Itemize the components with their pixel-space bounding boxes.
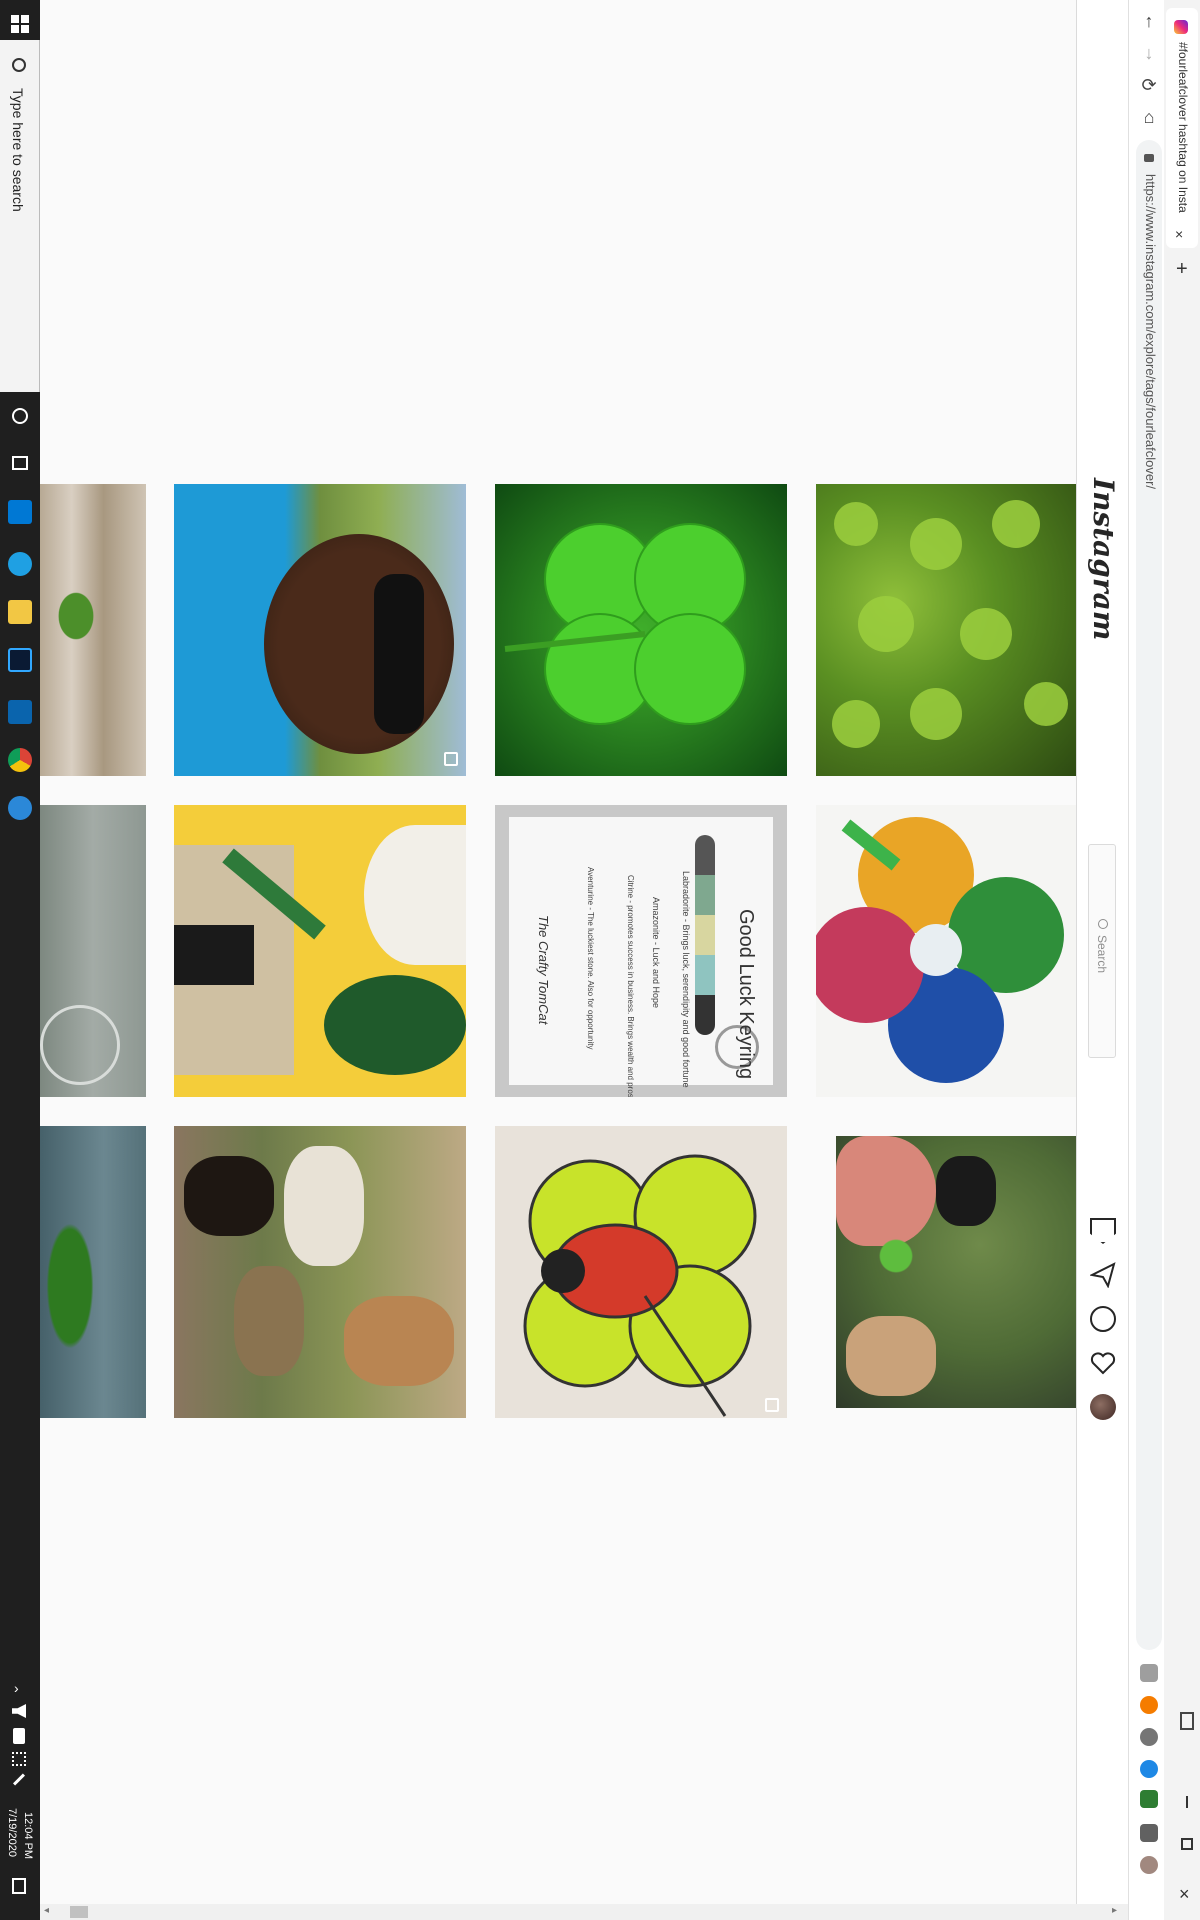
extension-g-icon[interactable] <box>1140 1664 1158 1682</box>
task-view-icon[interactable] <box>12 456 28 470</box>
post-tile[interactable] <box>174 1126 466 1418</box>
clock-time[interactable]: 12:04 PM <box>22 1812 34 1859</box>
post-tile[interactable] <box>40 1126 146 1418</box>
extension-blue-icon[interactable] <box>1140 1760 1158 1778</box>
settings-app-icon[interactable] <box>8 796 32 820</box>
passport-image <box>174 925 254 985</box>
home-button[interactable]: ⌂ <box>1136 104 1162 130</box>
forward-button[interactable]: ↓ <box>1136 40 1162 66</box>
back-button[interactable]: ↑ <box>1136 8 1162 34</box>
extension-circle-icon[interactable] <box>1140 1728 1158 1746</box>
horizontal-scrollbar[interactable] <box>40 1904 1128 1920</box>
clover-in-hand-image <box>876 1236 916 1276</box>
restore-button[interactable] <box>1181 1838 1193 1850</box>
taskbar-search-box[interactable]: Type here to search <box>0 40 40 392</box>
dog-image <box>936 1156 996 1226</box>
dog-image <box>344 1296 454 1386</box>
post-tile[interactable] <box>836 1136 1076 1408</box>
activity-heart-icon[interactable] <box>1090 1350 1116 1376</box>
keyring-card-line: Labradorite - Brings luck, serendipity a… <box>681 871 691 1088</box>
taskbar-search-placeholder: Type here to search <box>10 88 26 212</box>
glass-pattern-image <box>40 1005 120 1085</box>
cortana-icon[interactable] <box>12 408 28 424</box>
instagram-favicon-icon <box>1174 20 1188 34</box>
keyring-card-line: Aventurine - The luckiest stone. Also fo… <box>586 867 595 1050</box>
sidebar-toggle-icon[interactable] <box>1180 1712 1194 1730</box>
post-tile[interactable]: Good Luck Keyring Labradorite - Brings l… <box>495 805 787 1097</box>
post-tile[interactable] <box>816 484 1076 776</box>
post-tile[interactable] <box>174 484 466 776</box>
photoshop-app-icon[interactable] <box>8 648 32 672</box>
hand-image <box>836 1136 936 1246</box>
address-bar-url[interactable]: https://www.instagram.com/explore/tags/f… <box>1143 174 1158 489</box>
direct-messages-icon[interactable] <box>1088 1262 1116 1289</box>
close-window-button[interactable]: × <box>1179 1884 1190 1905</box>
battery-icon[interactable] <box>13 1728 25 1744</box>
keyring-beads-image <box>695 835 715 1035</box>
sunglasses-image <box>374 574 424 734</box>
scroll-right-arrow-icon[interactable]: ▸ <box>1112 1905 1117 1916</box>
instagram-search-input[interactable]: Search <box>1088 844 1116 1058</box>
extensions-puzzle-icon[interactable] <box>1140 1824 1158 1842</box>
start-button[interactable] <box>8 12 32 36</box>
explore-compass-icon[interactable] <box>1090 1306 1116 1332</box>
profile-avatar[interactable] <box>1090 1394 1116 1420</box>
chrome-app-icon[interactable] <box>8 748 32 772</box>
post-tile[interactable] <box>495 1126 787 1418</box>
clover-patch-illustration <box>832 500 1068 748</box>
post-tile[interactable] <box>40 484 146 776</box>
keyring-card-line: Amazonite - Luck and Hope <box>651 897 661 1009</box>
keyring-card-title: Good Luck Keyring <box>735 909 757 1080</box>
post-tile[interactable] <box>495 484 787 776</box>
stained-glass-clover-illustration <box>523 1154 757 1417</box>
dog-image <box>284 1146 364 1266</box>
scroll-left-arrow-icon[interactable]: ◂ <box>44 1905 49 1916</box>
extension-green-icon[interactable] <box>1140 1790 1158 1808</box>
tab-close-button[interactable]: × <box>1175 226 1183 242</box>
dog-image <box>846 1316 936 1396</box>
keyring-card-brand: The Crafty TomCat <box>536 915 551 1025</box>
reload-button[interactable]: ⟳ <box>1136 72 1162 98</box>
store-app-icon[interactable] <box>8 500 32 524</box>
leaf-image <box>324 975 466 1075</box>
browser-tab[interactable]: #fourleafclover hashtag on Insta × <box>1166 8 1198 248</box>
dog-image <box>184 1156 274 1236</box>
lock-icon <box>1144 154 1154 162</box>
multiple-photos-icon <box>765 1398 779 1412</box>
network-icon[interactable] <box>12 1752 26 1766</box>
extension-orange-icon[interactable] <box>1140 1696 1158 1714</box>
keyring-card-line: Citrine - promotes success in business. … <box>626 875 635 1097</box>
profile-avatar-icon[interactable] <box>1140 1856 1158 1874</box>
hat-image <box>364 825 466 965</box>
post-tile[interactable] <box>40 805 146 1097</box>
show-hidden-icons-chevron-icon[interactable]: › <box>14 1680 19 1696</box>
water-clover-image <box>40 1206 100 1366</box>
clover-image <box>46 576 106 656</box>
outlook-app-icon[interactable] <box>8 700 32 724</box>
tab-strip <box>1164 0 1200 1920</box>
search-icon <box>1098 919 1108 929</box>
minimize-button[interactable] <box>1186 1796 1188 1808</box>
file-explorer-icon[interactable] <box>8 600 32 624</box>
multiple-photos-icon <box>444 752 458 766</box>
person-face-image <box>264 534 454 754</box>
four-leaf-clover-illustration <box>504 523 746 725</box>
instagram-logo[interactable]: Instagram <box>1087 478 1120 640</box>
quilled-clover-illustration <box>816 817 1064 1083</box>
address-bar[interactable]: https://www.instagram.com/explore/tags/f… <box>1136 140 1162 1650</box>
tab-title: #fourleafclover hashtag on Insta <box>1176 42 1190 213</box>
post-tile[interactable] <box>816 805 1076 1097</box>
action-center-icon[interactable] <box>12 1878 26 1894</box>
new-tab-button[interactable]: + <box>1176 258 1188 281</box>
post-tile[interactable] <box>174 805 466 1097</box>
search-icon <box>12 58 26 72</box>
horizontal-scrollbar-thumb[interactable] <box>70 1906 88 1918</box>
edge-app-icon[interactable] <box>8 552 32 576</box>
clock-date[interactable]: 7/19/2020 <box>6 1808 18 1857</box>
dog-image <box>234 1266 304 1376</box>
instagram-search-placeholder: Search <box>1095 935 1109 974</box>
